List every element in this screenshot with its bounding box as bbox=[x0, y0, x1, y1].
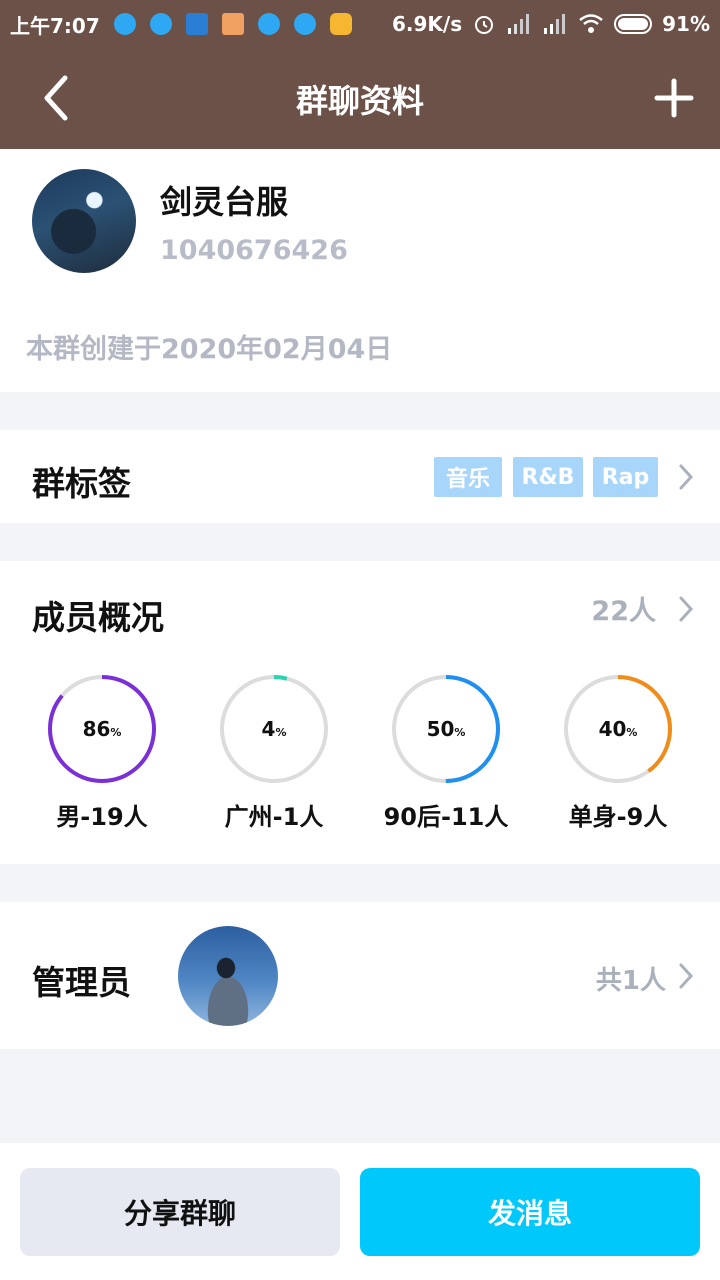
group-tags-row[interactable]: 群标签 音乐 R&B Rap bbox=[0, 430, 720, 523]
group-avatar[interactable] bbox=[32, 169, 136, 273]
bottom-action-bar: 分享群聊 发消息 bbox=[0, 1143, 720, 1280]
wifi-icon bbox=[579, 14, 603, 33]
member-count: 22人 bbox=[591, 596, 656, 627]
group-name: 剑灵台服 bbox=[160, 183, 289, 221]
plus-icon bbox=[654, 78, 694, 118]
notification-signal-icon bbox=[185, 13, 208, 35]
stat-gender: 86% bbox=[46, 673, 158, 785]
battery-level: 91% bbox=[662, 12, 710, 36]
add-button[interactable] bbox=[648, 72, 700, 124]
send-message-button[interactable]: 发消息 bbox=[360, 1168, 700, 1256]
share-group-button[interactable]: 分享群聊 bbox=[20, 1168, 340, 1256]
stat-percent: 40 bbox=[598, 717, 627, 741]
stat-label: 广州-1人 bbox=[224, 803, 324, 831]
nav-bar: 群聊资料 bbox=[0, 48, 720, 149]
tag-item: 音乐 bbox=[434, 457, 502, 497]
status-bar: 上午7:07 6.9K/s 91% bbox=[0, 0, 720, 48]
notification-app-icon bbox=[221, 13, 244, 35]
signal-icon bbox=[508, 14, 530, 34]
chevron-left-icon bbox=[44, 75, 68, 121]
group-info-section: 剑灵台服 1040676426 本群创建于2020年02月04日 bbox=[0, 149, 720, 392]
tags-title: 群标签 bbox=[32, 464, 131, 503]
back-button[interactable] bbox=[28, 70, 84, 126]
page-title: 群聊资料 bbox=[295, 81, 424, 120]
chevron-right-icon bbox=[679, 596, 694, 622]
group-id: 1040676426 bbox=[160, 235, 348, 266]
members-title: 成员概况 bbox=[32, 598, 164, 637]
admin-count: 共1人 bbox=[595, 966, 666, 996]
chevron-right-icon bbox=[679, 963, 694, 989]
admin-avatar[interactable] bbox=[178, 926, 278, 1026]
tag-item: R&B bbox=[513, 457, 583, 497]
stat-label: 90后-11人 bbox=[383, 803, 509, 831]
notification-app-icon bbox=[293, 13, 316, 35]
group-created-date: 本群创建于2020年02月04日 bbox=[26, 334, 393, 365]
stat-percent: 86 bbox=[82, 717, 111, 741]
stat-relationship: 40% bbox=[562, 673, 674, 785]
notification-app-icon bbox=[149, 13, 172, 35]
alarm-icon bbox=[475, 16, 494, 34]
stat-percent: 4 bbox=[261, 717, 276, 741]
notification-app-icon bbox=[257, 13, 280, 35]
stat-age: 50% bbox=[390, 673, 502, 785]
admin-title: 管理员 bbox=[32, 963, 131, 1002]
status-time: 上午7:07 bbox=[10, 13, 100, 38]
notification-app-icon bbox=[113, 13, 136, 35]
stat-percent: 50 bbox=[426, 717, 455, 741]
chevron-right-icon bbox=[679, 464, 694, 490]
stat-label: 男-19人 bbox=[56, 803, 148, 831]
stat-label: 单身-9人 bbox=[568, 803, 668, 831]
tag-item: Rap bbox=[593, 457, 658, 497]
stat-location: 4% bbox=[218, 673, 330, 785]
signal-icon bbox=[544, 14, 566, 34]
notification-app-icon bbox=[329, 13, 352, 35]
battery-icon bbox=[614, 14, 653, 34]
admin-row[interactable]: 管理员 共1人 bbox=[0, 902, 720, 1049]
network-speed: 6.9K/s bbox=[391, 12, 463, 36]
members-overview[interactable]: 成员概况 22人 86% 男-19人 4% 广州-1人 50% 90后-11人 … bbox=[0, 561, 720, 864]
